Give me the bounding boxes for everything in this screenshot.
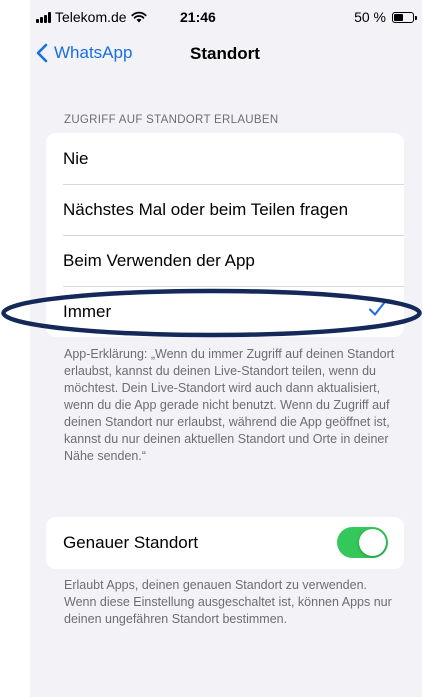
location-access-options: Nie Nächstes Mal oder beim Teilen fragen… — [46, 133, 404, 337]
option-never[interactable]: Nie — [46, 133, 404, 184]
option-ask-next-time[interactable]: Nächstes Mal oder beim Teilen fragen — [46, 184, 404, 235]
option-while-using-app[interactable]: Beim Verwenden der App — [46, 235, 404, 286]
status-bar: Telekom.de 21:46 50 % — [30, 0, 422, 34]
back-button[interactable]: WhatsApp — [36, 43, 132, 63]
option-label: Nie — [63, 148, 89, 168]
toggle-knob — [359, 529, 386, 556]
precise-location-label: Genauer Standort — [63, 533, 199, 552]
battery-group: 50 % — [354, 9, 417, 25]
chevron-left-icon — [36, 43, 48, 63]
clock: 21:46 — [180, 9, 216, 25]
signal-icon — [36, 11, 51, 23]
precise-location-row: Genauer Standort — [46, 517, 404, 569]
option-label: Immer — [63, 301, 112, 321]
carrier-name: Telekom.de — [55, 9, 127, 25]
precise-location-toggle[interactable] — [337, 527, 388, 558]
page-title: Standort — [190, 44, 260, 63]
option-label: Beim Verwenden der App — [63, 250, 255, 270]
section-header-location-access: ZUGRIFF AUF STANDORT ERLAUBEN — [64, 114, 279, 126]
precise-location-description: Erlaubt Apps, deinen genauen Standort zu… — [64, 578, 392, 626]
option-label: Nächstes Mal oder beim Teilen fragen — [63, 199, 349, 219]
settings-screen: Telekom.de 21:46 50 % WhatsApp Standort … — [30, 0, 422, 697]
wifi-icon — [130, 11, 147, 23]
checkmark-icon — [369, 302, 385, 316]
navigation-bar: WhatsApp Standort — [30, 34, 422, 74]
battery-icon — [392, 11, 417, 23]
battery-percentage: 50 % — [354, 9, 386, 25]
back-label: WhatsApp — [54, 43, 133, 62]
carrier-group: Telekom.de — [36, 9, 147, 25]
option-always[interactable]: Immer — [46, 286, 404, 337]
precise-location-group: Genauer Standort — [46, 517, 404, 569]
app-explanation: App-Erklärung: „Wenn du immer Zugriff au… — [64, 347, 395, 463]
